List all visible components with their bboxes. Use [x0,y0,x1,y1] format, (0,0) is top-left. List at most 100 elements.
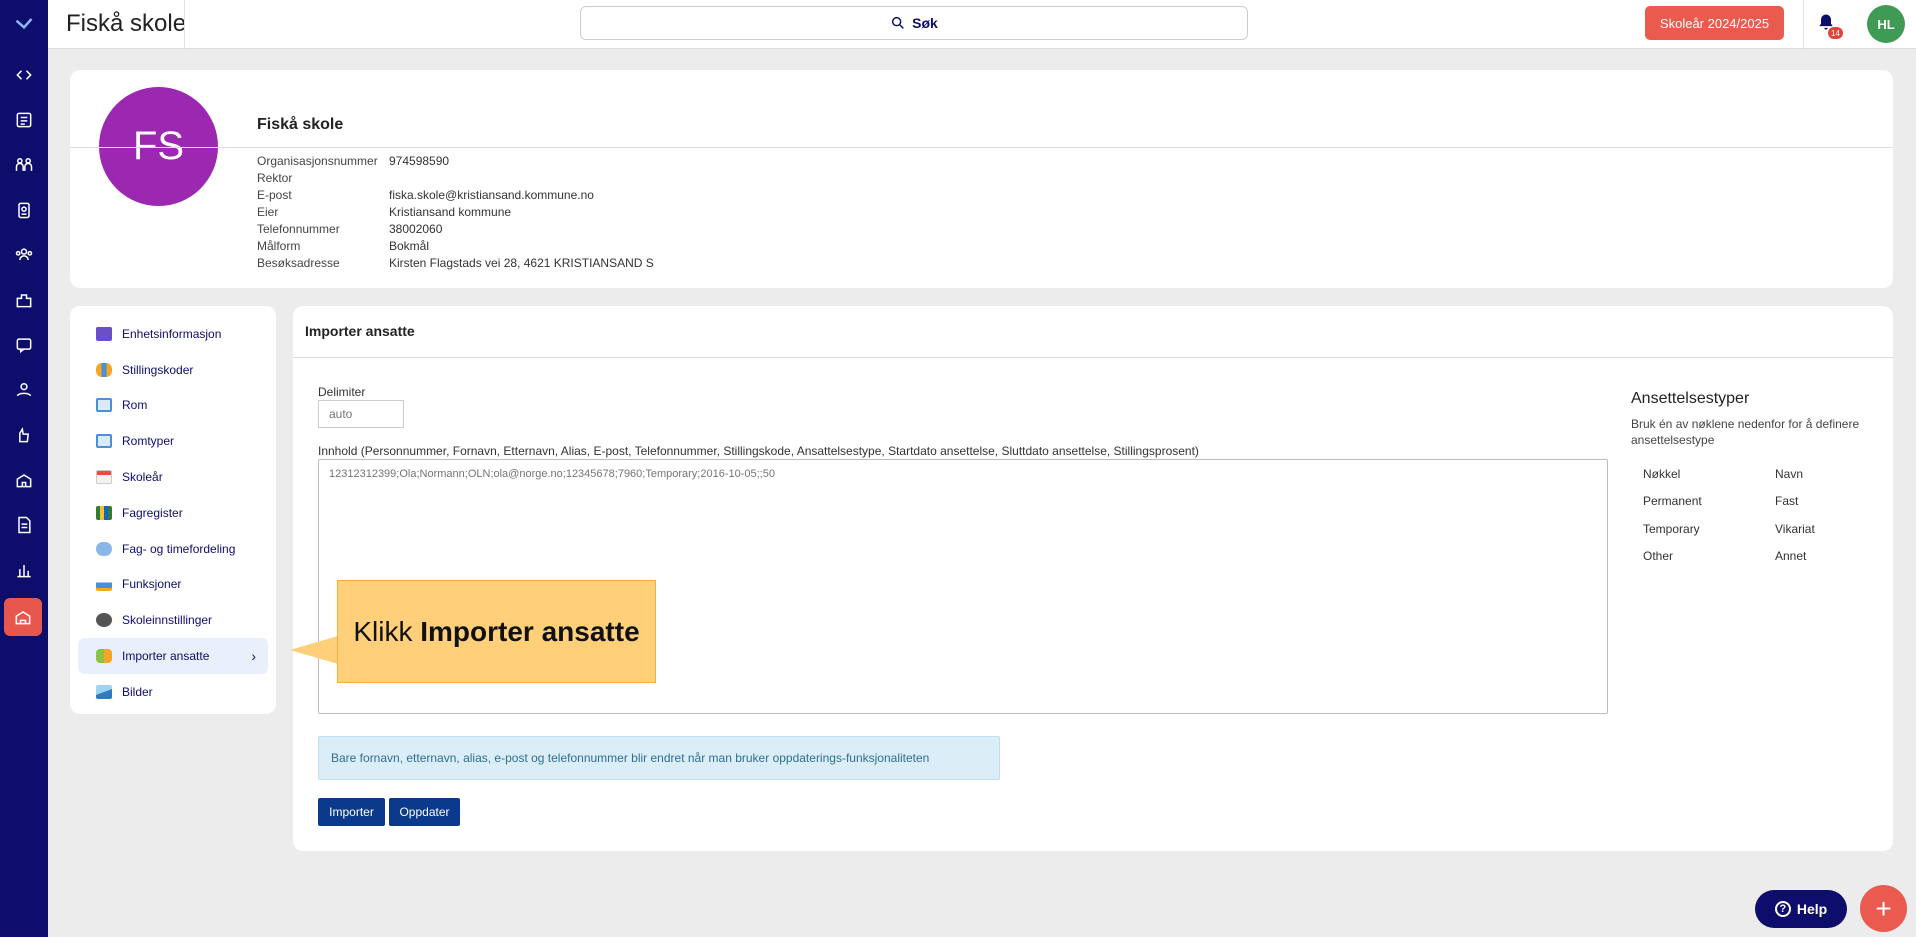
table-header-row: Nøkkel Navn [1631,460,1871,488]
menu-item-label: Funksjoner [122,577,182,592]
groups-icon[interactable] [10,151,38,179]
school-settings-icon[interactable] [9,603,37,631]
search-box[interactable]: Søk [580,6,1248,40]
info-row: Eier Kristiansand kommune [257,204,654,221]
menu-item-funksjoner[interactable]: Funksjoner [78,567,268,603]
people-icon[interactable] [10,241,38,269]
menu-item-label: Skoleinnstillinger [122,613,213,628]
collapse-toggle-icon[interactable] [10,61,38,89]
school-info-table: Organisasjonsnummer 974598590 Rektor E-po… [257,153,654,272]
type-key: Temporary [1643,521,1700,536]
menu-item-label: Rom [122,398,148,413]
settings-side-menu: Enhetsinformasjon Stillingskoder Rom Rom… [70,306,276,714]
type-name: Vikariat [1775,521,1815,536]
info-label: Eier [257,205,279,219]
tutorial-callout: Klikk Importer ansatte [337,580,656,683]
menu-item-importer-ansatte[interactable]: Importer ansatte › [78,638,268,674]
hand-icon[interactable] [10,421,38,449]
info-row: Besøksadresse Kirsten Flagstads vei 28, 4… [257,255,654,272]
chart-icon[interactable] [10,556,38,584]
divider [184,0,185,49]
school-name: Fiskå skole [257,116,344,133]
menu-item-stillingskoder[interactable]: Stillingskoder [78,352,268,388]
notification-count-badge: 14 [1828,27,1843,39]
top-bar: Fiskå skole Søk Skoleår 2024/2025 14 HL [48,0,1916,49]
menu-item-label: Romtyper [122,434,175,449]
employment-types-description: Bruk én av nøklene nedenfor for å define… [1631,417,1860,447]
info-label: Rektor [257,171,293,185]
divider [293,357,1893,358]
menu-item-label: Stillingskoder [122,362,194,377]
document-icon[interactable] [10,511,38,539]
type-key: Other [1643,549,1674,564]
user-hand-icon[interactable] [10,376,38,404]
menu-item-enhetsinformasjon[interactable]: Enhetsinformasjon [78,316,268,352]
column-header-key: Nøkkel [1643,466,1681,481]
school-info-card: FS Fiskå skole Organisasjonsnummer 974598… [70,70,1893,288]
info-value: 38002060 [389,222,443,236]
news-icon[interactable] [10,106,38,134]
info-label: Målform [257,239,301,253]
schedule-icon [96,541,112,556]
info-label: Telefonnummer [257,222,340,236]
id-card-icon [96,326,112,341]
puzzle-icon[interactable] [10,286,38,314]
info-value: Bokmål [389,239,430,253]
app-title: Fiskå skole [66,10,187,37]
school-year-button[interactable]: Skoleår 2024/2025 [1645,6,1784,40]
import-employees-panel: Importer ansatte Delimiter Innhold (Pers… [293,306,1893,851]
menu-item-romtyper[interactable]: Romtyper [78,423,268,459]
menu-item-label: Skoleår [122,470,163,485]
chevron-right-icon: › [251,648,256,665]
search-label: Søk [912,15,938,31]
floorplan-icon [96,398,112,413]
info-label: E-post [257,188,292,202]
info-label: Organisasjonsnummer [257,154,378,168]
user-avatar[interactable]: HL [1867,5,1905,43]
table-row: Permanent Fast [1631,488,1871,516]
divider [1803,0,1804,49]
info-row: Telefonnummer 38002060 [257,221,654,238]
menu-item-fag-og-timefordeling[interactable]: Fag- og timefordeling [78,531,268,567]
callout-pointer [290,636,338,664]
update-button[interactable]: Oppdater [389,798,460,826]
function-icon [96,577,112,592]
employment-types: Ansettelsestyper Bruk én av nøklene nede… [1631,390,1871,570]
menu-item-fagregister[interactable]: Fagregister [78,495,268,531]
logo-icon[interactable] [10,10,38,38]
menu-item-label: Bilder [122,684,153,699]
import-button[interactable]: Importer [318,798,385,826]
menu-item-label: Enhetsinformasjon [122,326,222,341]
update-info-notice: Bare fornavn, etternavn, alias, e-post o… [318,736,1000,780]
badge-icon[interactable] [10,196,38,224]
delimiter-input[interactable] [318,400,404,428]
menu-item-skoleinnstillinger[interactable]: Skoleinnstillinger [78,602,268,638]
type-name: Fast [1775,494,1799,509]
menu-item-skolear[interactable]: Skoleår [78,459,268,495]
table-row: Other Annet [1631,543,1871,571]
add-fab-button[interactable]: + [1860,885,1907,932]
info-value: Kristiansand kommune [389,205,512,219]
info-row: Organisasjonsnummer 974598590 [257,153,654,170]
menu-item-label: Fag- og timefordeling [122,541,236,556]
menu-item-label: Fagregister [122,505,183,520]
import-users-icon [96,649,112,664]
info-row: Målform Bokmål [257,238,654,255]
help-button[interactable]: ? Help [1755,890,1847,928]
info-value: Kirsten Flagstads vei 28, 4621 KRISTIANS… [389,256,654,270]
menu-item-label: Importer ansatte [122,649,210,664]
help-label: Help [1796,901,1828,917]
content-label: Innhold (Personnummer, Fornavn, Etternav… [318,444,1199,458]
menu-item-rom[interactable]: Rom [78,388,268,424]
column-header-name: Navn [1775,466,1804,481]
school-icon[interactable] [10,466,38,494]
panel-title: Importer ansatte [305,323,415,339]
info-value: fiska.skole@kristiansand.kommune.no [389,188,594,202]
menu-item-bilder[interactable]: Bilder [78,674,268,710]
left-nav-rail [0,0,48,937]
search-icon [892,16,905,29]
gear-icon [96,613,112,628]
chat-icon[interactable] [10,331,38,359]
image-icon [96,684,112,699]
table-row: Temporary Vikariat [1631,515,1871,543]
